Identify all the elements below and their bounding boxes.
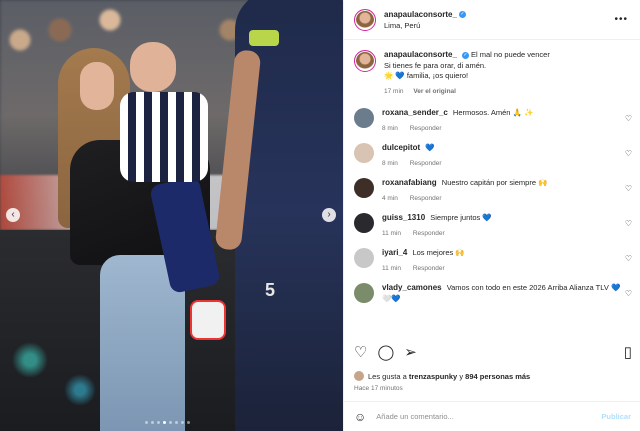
post-side-panel: anapaulaconsorte_ ✓ Lima, Perú ••• anapau… (343, 0, 640, 431)
author-avatar[interactable] (354, 8, 376, 31)
caption-username[interactable]: anapaulaconsorte_ (384, 50, 457, 59)
share-icon[interactable]: ➢ (404, 343, 417, 361)
comment-like-heart-icon[interactable]: ♡ (625, 219, 632, 228)
reply-button[interactable]: Responder (410, 125, 442, 132)
reply-button[interactable]: Responder (413, 230, 445, 237)
commenter-username[interactable]: guiss_1310 (382, 213, 425, 222)
comment-like-heart-icon[interactable]: ♡ (625, 114, 632, 123)
likes-prefix: Les gusta a (368, 371, 407, 381)
comment-time: 11 min (382, 229, 402, 237)
see-original-link[interactable]: Ver el original (413, 88, 456, 95)
caption-avatar[interactable] (354, 50, 376, 72)
photo-child-shoe (190, 300, 226, 340)
likes-summary: Les gusta a trenzaspunky y 894 personas … (354, 371, 530, 381)
commenter-username[interactable]: roxana_sender_c (382, 108, 448, 117)
photo-child-head (130, 42, 176, 92)
caption-line-2: Si tienes fe para orar, di amén. (384, 60, 487, 70)
liker-avatar (354, 371, 364, 381)
post-actions: ♡ ◯ ➢ ▯ (354, 340, 632, 364)
commenter-username[interactable]: iyari_4 (382, 248, 407, 257)
add-comment-bar: ☺ Publicar (344, 401, 640, 431)
commenter-avatar[interactable] (354, 248, 374, 268)
comments-scroll[interactable]: anapaulaconsorte_ ✓ El mal no puede vence… (344, 40, 640, 333)
carousel-prev-icon[interactable]: ‹ (6, 208, 20, 222)
comment-like-heart-icon[interactable]: ♡ (625, 184, 632, 193)
post-caption: anapaulaconsorte_ ✓ El mal no puede vence… (344, 40, 640, 103)
caption-line-1: El mal no puede vencer (471, 50, 550, 59)
photo-captain-armband (249, 30, 279, 46)
comment-like-heart-icon[interactable]: ♡ (625, 149, 632, 158)
carousel-dots (145, 421, 190, 424)
commenter-username[interactable]: dulcepitot (382, 143, 420, 152)
commenter-avatar[interactable] (354, 108, 374, 128)
caption-line-3: 🌟 💙 familia, ¡os quiero! (384, 71, 469, 80)
post-timestamp[interactable]: Hace 17 minutos (354, 385, 403, 392)
verified-icon: ✓ (461, 51, 469, 59)
emoji-icon[interactable]: ☺ (354, 410, 366, 424)
commenter-avatar[interactable] (354, 178, 374, 198)
commenter-avatar[interactable] (354, 283, 374, 303)
commenter-username[interactable]: vlady_camones (382, 283, 442, 292)
comment-time: 8 min (382, 124, 398, 132)
comment-text: Hermosos. Amén 🙏 ✨ (452, 108, 534, 117)
reply-button[interactable]: Responder (413, 265, 445, 272)
commenter-avatar[interactable] (354, 143, 374, 163)
comment-text: Siempre juntos 💙 (430, 213, 492, 222)
comment-like-heart-icon[interactable]: ♡ (625, 289, 632, 298)
comment-text: 💙 (425, 143, 435, 152)
post-location[interactable]: Lima, Perú (384, 20, 466, 31)
reply-button[interactable]: Responder (410, 160, 442, 167)
verified-icon: ✓ (458, 10, 466, 18)
likes-others[interactable]: 894 personas más (465, 372, 530, 381)
comment-time: 11 min (382, 264, 402, 272)
heart-icon[interactable]: ♡ (354, 343, 367, 361)
comment-row: dulcepitot 💙 8 min Responder ♡ (344, 138, 640, 173)
comment-row: iyari_4 Los mejores 🙌 11 min Responder ♡ (344, 243, 640, 278)
comment-text: Nuestro capitán por siempre 🙌 (441, 178, 548, 187)
comment-like-heart-icon[interactable]: ♡ (625, 254, 632, 263)
author-username[interactable]: anapaulaconsorte_ (384, 10, 457, 19)
comment-icon[interactable]: ◯ (377, 343, 394, 361)
photo-player-number: 5 (265, 280, 276, 300)
photo-child-shirt (120, 92, 208, 182)
comment-row: vlady_camones Vamos con todo en este 202… (344, 278, 640, 308)
comment-time: 4 min (382, 194, 398, 202)
reply-button[interactable]: Responder (410, 195, 442, 202)
photo-woman-face (80, 62, 114, 110)
publish-button[interactable]: Publicar (601, 412, 631, 421)
comment-input[interactable] (376, 412, 602, 421)
bookmark-icon[interactable]: ▯ (624, 343, 632, 361)
post-header: anapaulaconsorte_ ✓ Lima, Perú ••• (344, 0, 640, 40)
comment-row: guiss_1310 Siempre juntos 💙 11 min Respo… (344, 208, 640, 243)
comment-text: Los mejores 🙌 (412, 248, 465, 257)
commenter-avatar[interactable] (354, 213, 374, 233)
caption-time: 17 min (384, 87, 404, 95)
likes-user[interactable]: trenzaspunky (409, 372, 457, 381)
commenter-username[interactable]: roxanafabiang (382, 178, 437, 187)
comment-time: 8 min (382, 159, 398, 167)
more-horizontal-icon[interactable]: ••• (614, 14, 628, 25)
likes-joiner: y (459, 371, 464, 381)
carousel-next-icon[interactable]: › (322, 208, 336, 222)
comment-row: roxana_sender_c Hermosos. Amén 🙏 ✨ 8 min… (344, 103, 640, 138)
post-photo[interactable]: 5 ‹ › (0, 0, 343, 431)
comment-row: roxanafabiang Nuestro capitán por siempr… (344, 173, 640, 208)
